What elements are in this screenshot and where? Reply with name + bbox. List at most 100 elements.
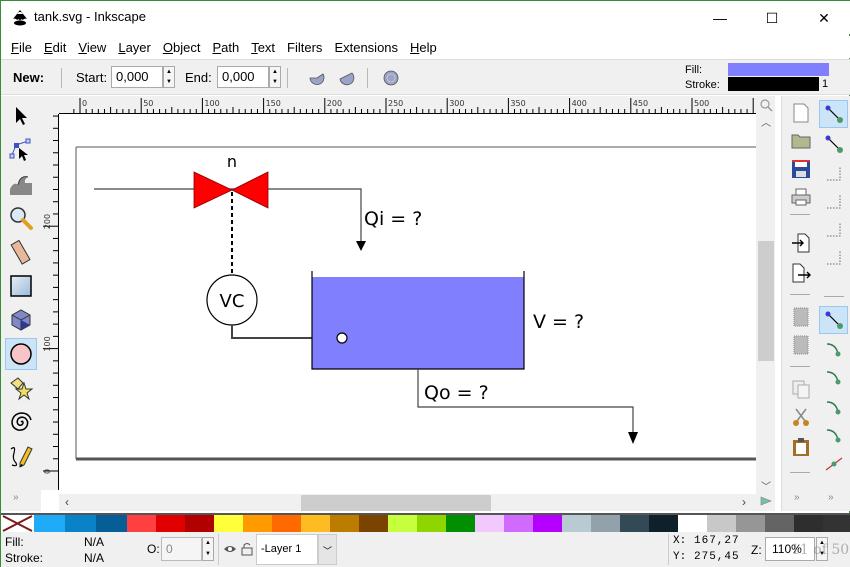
palette-swatch[interactable]	[533, 515, 562, 532]
snap-enable-toggle[interactable]	[819, 100, 848, 128]
snap-cusp-nodes-toggle[interactable]	[819, 394, 848, 422]
palette-swatch[interactable]	[591, 515, 620, 532]
cms-adjust-icon[interactable]	[759, 494, 773, 508]
toolbox-overflow-button[interactable]: »	[13, 492, 19, 503]
start-input[interactable]: 0,000	[111, 66, 163, 88]
snap-bbox-midpoint-toggle[interactable]	[819, 216, 848, 244]
cmd-open[interactable]	[788, 128, 814, 154]
palette-swatch[interactable]	[65, 515, 96, 532]
whole-ellipse-icon[interactable]	[381, 68, 401, 88]
stroke-color-swatch[interactable]	[728, 77, 819, 91]
arc-slice-icon[interactable]	[337, 68, 357, 88]
vertical-scroll-thumb[interactable]	[758, 241, 774, 361]
tool-ellipse[interactable]	[5, 338, 37, 370]
scroll-right-icon[interactable]: ›	[742, 495, 746, 509]
drawing-canvas[interactable]: n VC Qi = ? V = ? Qo = ?	[59, 114, 756, 490]
menu-text[interactable]: Text	[251, 40, 275, 55]
opacity-spinner[interactable]: ▲ ▼	[202, 537, 214, 561]
tool-spiral[interactable]	[5, 406, 37, 438]
palette-swatch[interactable]	[301, 515, 330, 532]
snap-overflow-button[interactable]: »	[828, 492, 834, 503]
palette-swatch[interactable]	[243, 515, 272, 532]
cmd-redo[interactable]	[788, 332, 814, 358]
spin-up-icon[interactable]: ▲	[203, 538, 213, 549]
arc-segment-icon[interactable]	[307, 68, 327, 88]
cmd-print[interactable]	[788, 184, 814, 210]
close-button[interactable]: ✕	[801, 1, 847, 35]
snap-bbox-corner-toggle[interactable]	[819, 188, 848, 216]
palette-swatch[interactable]	[736, 515, 765, 532]
snap-others-toggle[interactable]	[819, 450, 848, 478]
palette-swatch[interactable]	[214, 515, 243, 532]
minimize-button[interactable]: —	[697, 1, 743, 35]
spin-up-icon[interactable]: ▲	[164, 67, 174, 77]
cmd-copy[interactable]	[788, 376, 814, 402]
current-layer-select[interactable]: -Layer 1	[256, 534, 318, 565]
no-paint-swatch[interactable]	[1, 515, 34, 532]
palette-swatch[interactable]	[359, 515, 388, 532]
menu-view[interactable]: View	[78, 40, 106, 55]
tool-measure[interactable]	[5, 236, 37, 268]
scroll-left-icon[interactable]: ‹	[65, 495, 69, 509]
tool-pencil[interactable]	[5, 440, 37, 472]
snap-path-intersection-toggle[interactable]	[819, 364, 848, 392]
status-stroke-value[interactable]: N/A	[84, 551, 104, 565]
start-spinner[interactable]: ▲ ▼	[163, 66, 175, 88]
outflow-label[interactable]: Qo = ?	[424, 382, 489, 404]
maximize-button[interactable]: ☐	[749, 1, 795, 35]
layer-lock-icon[interactable]	[241, 542, 253, 556]
valve-left-triangle[interactable]	[193, 171, 233, 209]
palette-swatch[interactable]	[446, 515, 475, 532]
tool-node[interactable]	[5, 134, 37, 166]
level-sensor[interactable]	[336, 332, 348, 344]
zoom-corner-icon[interactable]	[759, 98, 773, 112]
palette-swatch[interactable]	[620, 515, 649, 532]
palette-swatch[interactable]	[649, 515, 678, 532]
horizontal-scrollbar[interactable]: ‹ ›	[59, 494, 756, 511]
inflow-pipe[interactable]	[94, 188, 362, 244]
palette-swatch[interactable]	[127, 515, 156, 532]
cmd-import[interactable]	[788, 230, 814, 256]
spin-down-icon[interactable]: ▼	[203, 549, 213, 560]
menu-path[interactable]: Path	[212, 40, 239, 55]
palette-swatch[interactable]	[562, 515, 591, 532]
stroke-width-value[interactable]: 1	[822, 78, 828, 90]
tool-star[interactable]	[5, 372, 37, 404]
tool-selector[interactable]	[5, 100, 37, 132]
end-spinner[interactable]: ▲ ▼	[269, 66, 281, 88]
palette-swatch[interactable]	[678, 515, 707, 532]
spin-down-icon[interactable]: ▼	[164, 77, 174, 87]
cmd-new[interactable]	[788, 100, 814, 126]
tool-rectangle[interactable]	[5, 270, 37, 302]
menu-help[interactable]: Help	[410, 40, 437, 55]
palette-swatch[interactable]	[156, 515, 185, 532]
vertical-ruler[interactable]: 200 100 0	[41, 114, 59, 490]
cmd-undo[interactable]	[788, 304, 814, 330]
palette-swatch[interactable]	[475, 515, 504, 532]
palette-swatch[interactable]	[388, 515, 417, 532]
menu-layer[interactable]: Layer	[118, 40, 151, 55]
valve-label[interactable]: n	[227, 152, 237, 171]
palette-swatch[interactable]	[34, 515, 65, 532]
palette-swatch[interactable]	[504, 515, 533, 532]
tool-3d-box[interactable]	[5, 304, 37, 336]
scroll-down-icon[interactable]: ﹀	[761, 478, 771, 493]
snap-nodes-toggle[interactable]	[819, 306, 848, 334]
layer-dropdown-button[interactable]: ﹀	[318, 534, 337, 565]
fill-color-swatch[interactable]	[728, 63, 829, 76]
valve-right-triangle[interactable]	[231, 171, 269, 209]
volume-label[interactable]: V = ?	[533, 311, 584, 333]
end-input[interactable]: 0,000	[217, 66, 269, 88]
menu-file[interactable]: File	[11, 40, 32, 55]
palette-swatch[interactable]	[707, 515, 736, 532]
menu-edit[interactable]: Edit	[44, 40, 66, 55]
tool-zoom[interactable]	[5, 202, 37, 234]
palette-swatch[interactable]	[417, 515, 446, 532]
snap-bbox-toggle[interactable]	[819, 130, 848, 158]
cmd-paste[interactable]	[788, 434, 814, 460]
opacity-input[interactable]: 0	[161, 537, 202, 561]
snap-bbox-edge-toggle[interactable]	[819, 160, 848, 188]
cmd-save[interactable]	[788, 156, 814, 182]
tank-liquid[interactable]	[312, 277, 524, 369]
menu-extensions[interactable]: Extensions	[334, 40, 398, 55]
